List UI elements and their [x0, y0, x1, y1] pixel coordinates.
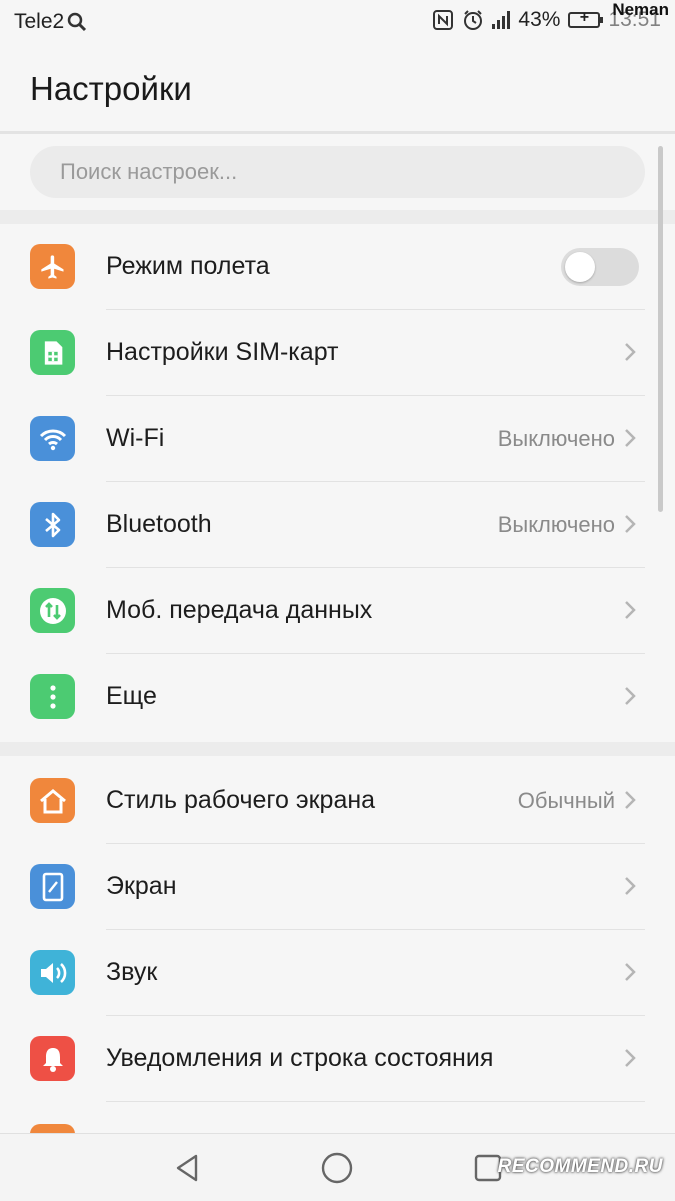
chevron-right-icon — [625, 1049, 636, 1067]
back-icon[interactable] — [170, 1150, 206, 1186]
settings-item-label: Еще — [106, 682, 157, 710]
signal-icon — [492, 11, 511, 29]
settings-item-sound[interactable]: Звук — [0, 930, 675, 1016]
chevron-right-icon — [625, 687, 636, 705]
section-gap — [0, 742, 675, 756]
wifi-icon — [30, 416, 75, 461]
more-icon — [30, 674, 75, 719]
chevron-right-icon — [625, 791, 636, 809]
section-gap — [0, 210, 675, 224]
settings-item-label: Bluetooth — [106, 510, 212, 538]
settings-item-label: Режим полета — [106, 252, 270, 280]
status-left: Tele2 — [14, 10, 88, 34]
mobile-data-icon — [30, 588, 75, 633]
settings-item-label: Экран — [106, 872, 177, 900]
airplane-mode-toggle[interactable] — [561, 248, 639, 286]
bluetooth-icon — [30, 502, 75, 547]
section-connectivity: Режим полета Настройки SIM-карт Wi-Fi Вы… — [0, 224, 675, 740]
settings-item-mobile-data[interactable]: Моб. передача данных — [0, 568, 675, 654]
chevron-right-icon — [625, 963, 636, 981]
settings-item-label: Уведомления и строка состояния — [106, 1044, 494, 1072]
settings-item-notifications[interactable]: Уведомления и строка состояния — [0, 1016, 675, 1102]
section-device: Стиль рабочего экрана Обычный Экран Звук… — [0, 758, 675, 1142]
settings-item-wifi[interactable]: Wi-Fi Выключено — [0, 396, 675, 482]
settings-item-value: Выключено — [497, 512, 615, 537]
chevron-right-icon — [625, 515, 636, 533]
battery-percent: 43% — [518, 8, 561, 31]
settings-item-label: Стиль рабочего экрана — [106, 786, 376, 814]
settings-item-more[interactable]: Еще — [0, 654, 675, 740]
overlay-username: Neman — [612, 0, 669, 19]
settings-item-airplane-mode[interactable]: Режим полета — [0, 224, 675, 310]
alarm-icon — [464, 10, 483, 30]
sound-icon — [30, 950, 75, 995]
settings-item-label: Wi-Fi — [106, 424, 165, 452]
carrier-name: Tele2 — [14, 10, 65, 33]
nfc-icon — [433, 10, 454, 30]
bell-icon — [30, 1036, 75, 1081]
settings-item-label: Звук — [106, 958, 158, 986]
page-title: Настройки — [30, 70, 192, 107]
settings-item-label: Моб. передача данных — [106, 596, 373, 624]
scrollbar[interactable] — [658, 146, 663, 512]
watermark: RECOMMEND.RU — [497, 1156, 663, 1177]
settings-item-home-style[interactable]: Стиль рабочего экрана Обычный — [0, 758, 675, 844]
chevron-right-icon — [625, 429, 636, 447]
settings-item-display[interactable]: Экран — [0, 844, 675, 930]
sim-card-icon — [30, 330, 75, 375]
title-divider — [0, 131, 675, 134]
search-icon — [67, 12, 87, 32]
settings-item-sim[interactable]: Настройки SIM-карт — [0, 310, 675, 396]
settings-item-label: Настройки SIM-карт — [106, 338, 339, 366]
airplane-icon — [30, 244, 75, 289]
search-placeholder: Поиск настроек... — [60, 159, 238, 184]
settings-item-value: Выключено — [497, 426, 615, 451]
settings-item-value: Обычный — [517, 788, 615, 813]
home-icon — [30, 778, 75, 823]
chevron-right-icon — [625, 343, 636, 361]
display-icon — [30, 864, 75, 909]
battery-icon: + — [568, 9, 604, 28]
chevron-right-icon — [625, 877, 636, 895]
search-input[interactable]: Поиск настроек... — [30, 146, 645, 198]
chevron-right-icon — [625, 601, 636, 619]
home-circle-icon[interactable] — [319, 1150, 355, 1186]
status-bar: Tele2 43% + 13:51 Neman — [0, 0, 675, 46]
settings-item-bluetooth[interactable]: Bluetooth Выключено — [0, 482, 675, 568]
